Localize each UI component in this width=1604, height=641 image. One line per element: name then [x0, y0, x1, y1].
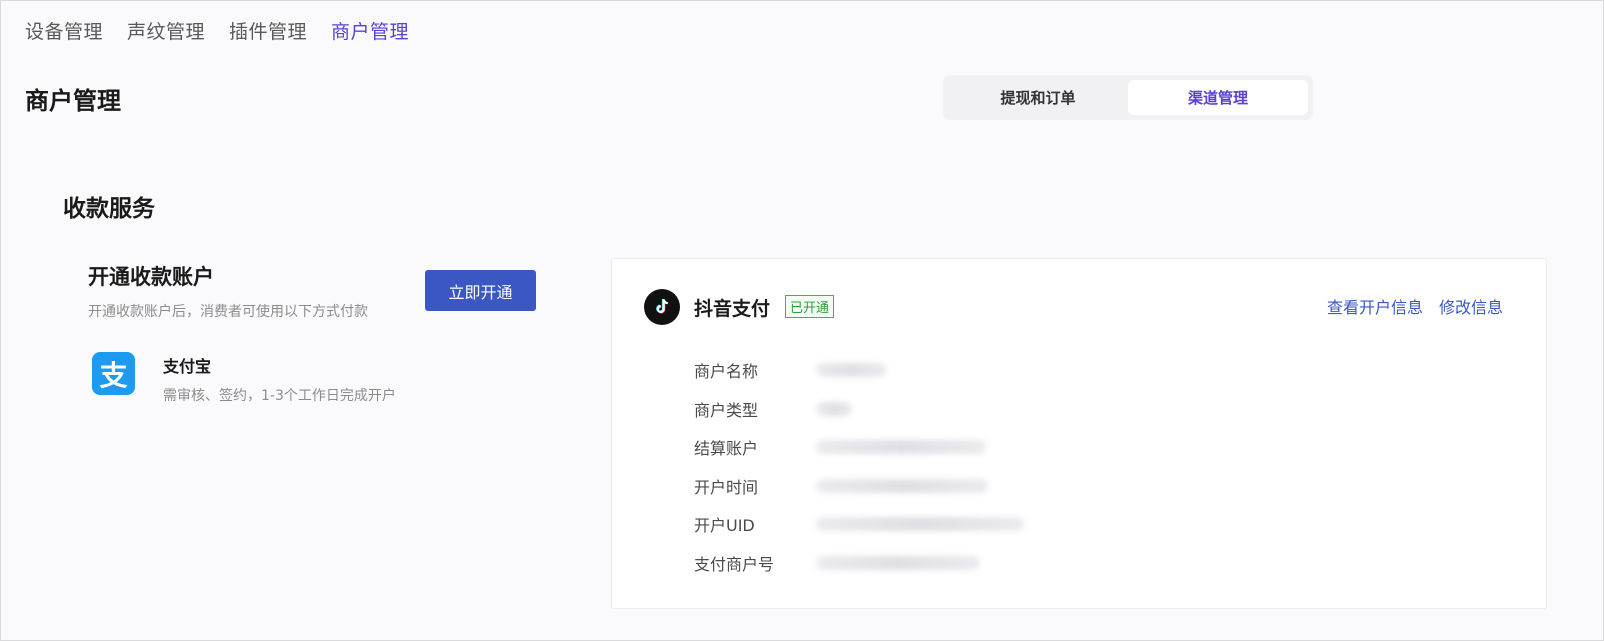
- open-account-description: 开通收款账户后，消费者可使用以下方式付款: [88, 304, 368, 320]
- nav-item-merchant[interactable]: 商户管理: [331, 17, 409, 44]
- tab-channel-management[interactable]: 渠道管理: [1128, 80, 1308, 115]
- nav-item-devices[interactable]: 设备管理: [25, 17, 103, 44]
- open-now-button[interactable]: 立即开通: [425, 270, 536, 311]
- alipay-icon: 支: [92, 352, 135, 395]
- blurred-value: [816, 478, 988, 493]
- info-row-merchant-name: 商户名称: [694, 351, 1024, 390]
- account-info-list: 商户名称 商户类型 结算账户 开户时间 开户UID 支付商户号: [694, 351, 1024, 582]
- info-row-settlement-account: 结算账户: [694, 428, 1024, 467]
- nav-item-voiceprint[interactable]: 声纹管理: [127, 17, 205, 44]
- blurred-value: [816, 401, 852, 416]
- blurred-value: [816, 363, 886, 378]
- info-label: 支付商户号: [694, 554, 775, 574]
- alipay-description: 需审核、签约，1-3个工作日完成开户: [163, 388, 396, 404]
- view-account-info-link[interactable]: 查看开户信息: [1327, 294, 1423, 318]
- blurred-value: [816, 517, 1024, 532]
- douyin-pay-card: 抖音支付 已开通 查看开户信息 修改信息 商户名称 商户类型 结算账户 开户时间: [611, 258, 1547, 609]
- status-badge: 已开通: [785, 295, 835, 318]
- nav-item-plugins[interactable]: 插件管理: [229, 17, 307, 44]
- douyin-icon: [644, 289, 680, 325]
- info-row-open-time: 开户时间: [694, 467, 1024, 506]
- segmented-control: 提现和订单 渠道管理: [943, 75, 1313, 120]
- top-nav: 设备管理 声纹管理 插件管理 商户管理: [25, 17, 409, 44]
- blurred-value: [816, 555, 980, 570]
- blurred-value: [816, 440, 986, 455]
- info-label: 开户时间: [694, 477, 759, 497]
- tab-withdraw-orders[interactable]: 提现和订单: [948, 80, 1128, 115]
- edit-info-link[interactable]: 修改信息: [1439, 294, 1503, 318]
- alipay-name: 支付宝: [163, 357, 212, 376]
- info-row-open-uid: 开户UID: [694, 505, 1024, 544]
- info-label: 商户名称: [694, 362, 759, 382]
- info-label: 结算账户: [694, 439, 759, 459]
- open-account-title: 开通收款账户: [88, 265, 214, 289]
- info-label: 商户类型: [694, 400, 759, 420]
- section-title: 收款服务: [63, 196, 155, 222]
- info-label: 开户UID: [694, 516, 755, 536]
- card-links: 查看开户信息 修改信息: [1327, 294, 1503, 318]
- app-frame: 设备管理 声纹管理 插件管理 商户管理 商户管理 提现和订单 渠道管理 收款服务…: [0, 0, 1604, 641]
- alipay-icon-glyph: 支: [99, 358, 128, 392]
- douyin-note-icon: [656, 298, 668, 314]
- info-row-merchant-type: 商户类型: [694, 390, 1024, 429]
- douyin-pay-name: 抖音支付: [694, 298, 771, 320]
- info-row-pay-merchant-no: 支付商户号: [694, 544, 1024, 583]
- page-title: 商户管理: [25, 87, 121, 115]
